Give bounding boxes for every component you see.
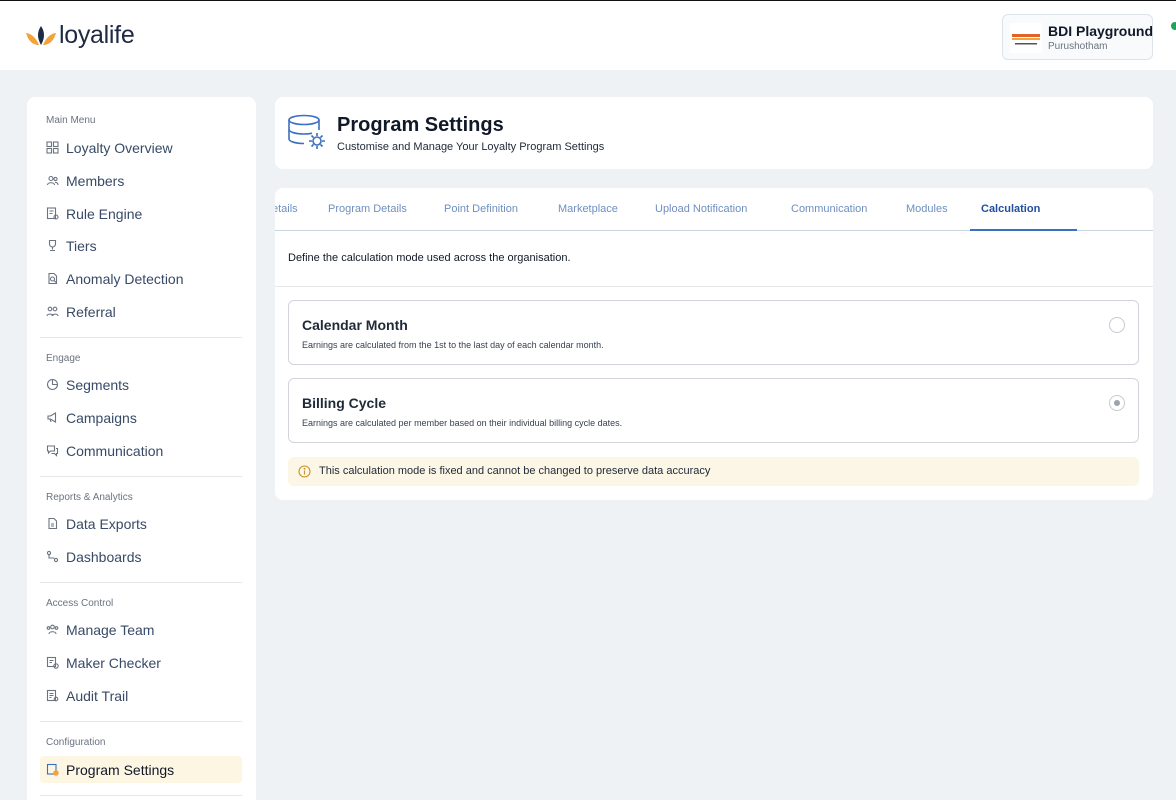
sidebar-item-label: Members — [66, 172, 125, 189]
online-status-dot — [1171, 22, 1176, 30]
pie-chart-icon — [46, 378, 59, 391]
calendar-month-radio[interactable] — [1109, 317, 1125, 333]
option-title: Calendar Month — [302, 317, 408, 333]
sidebar-item-label: Manage Team — [66, 621, 155, 638]
sidebar-item-tiers[interactable]: Tiers — [40, 232, 242, 259]
sidebar-item-label: Data Exports — [66, 515, 147, 532]
sidebar-item-referral[interactable]: Referral — [40, 298, 242, 325]
chat-icon — [46, 444, 59, 457]
referral-icon — [46, 305, 59, 318]
sidebar-item-loyalty-overview[interactable]: Loyalty Overview — [40, 134, 242, 161]
sidebar-item-campaigns[interactable]: Campaigns — [40, 404, 242, 431]
sidebar-item-rule-engine[interactable]: Rule Engine — [40, 200, 242, 227]
account-user: Purushotham — [1048, 41, 1108, 52]
option-billing-cycle[interactable]: Billing Cycle Earnings are calculated pe… — [288, 378, 1139, 443]
sidebar-item-label: Dashboards — [66, 548, 142, 565]
sidebar-item-dashboards[interactable]: Dashboards — [40, 543, 242, 570]
sidebar-item-label: Communication — [66, 442, 164, 459]
megaphone-icon — [46, 411, 59, 424]
tab-point-definition[interactable]: Point Definition — [444, 203, 518, 215]
sidebar-item-audit-trail[interactable]: Audit Trail — [40, 682, 242, 709]
account-name: BDI Playground — [1048, 23, 1154, 39]
tab-marketplace[interactable]: Marketplace — [558, 203, 618, 215]
sidebar-section-access-control: Access Control — [46, 598, 114, 609]
audit-icon — [46, 689, 59, 702]
page-subtitle: Customise and Manage Your Loyalty Progra… — [337, 141, 605, 153]
settings-tabs: etails Program Details Point Definition … — [275, 188, 1153, 231]
tab-communication[interactable]: Communication — [791, 203, 867, 215]
sidebar-item-maker-checker[interactable]: Maker Checker — [40, 649, 242, 676]
sidebar-section-reports-analytics: Reports & Analytics — [46, 492, 133, 503]
notice-text: This calculation mode is fixed and canno… — [319, 465, 711, 477]
tab-details[interactable]: etails — [275, 203, 298, 215]
sidebar-item-manage-team[interactable]: Manage Team — [40, 616, 242, 643]
sidebar-item-label: Referral — [66, 303, 116, 320]
account-switcher[interactable]: BDI Playground Purushotham — [1002, 14, 1153, 60]
sidebar-section-main-menu: Main Menu — [46, 115, 96, 126]
nodes-icon — [46, 550, 59, 563]
sidebar-divider — [40, 582, 242, 583]
anomaly-icon — [46, 272, 59, 285]
dashboard-grid-icon — [46, 141, 59, 154]
sidebar-section-engage: Engage — [46, 353, 81, 364]
sidebar-divider — [40, 476, 242, 477]
tab-program-details[interactable]: Program Details — [328, 203, 407, 215]
database-gear-icon — [288, 114, 325, 149]
sidebar-item-label: Audit Trail — [66, 687, 129, 704]
info-notice: This calculation mode is fixed and canno… — [288, 457, 1139, 486]
sidebar-item-label: Tiers — [66, 237, 97, 254]
sidebar-item-communication[interactable]: Communication — [40, 437, 242, 464]
active-tab-indicator — [970, 229, 1077, 231]
sidebar-item-anomaly-detection[interactable]: Anomaly Detection — [40, 265, 242, 292]
sidebar-item-program-settings[interactable]: Program Settings — [40, 756, 242, 783]
calculation-description: Define the calculation mode used across … — [288, 252, 571, 264]
loyalife-logo-icon — [26, 25, 56, 45]
sidebar-item-data-exports[interactable]: Data Exports — [40, 510, 242, 537]
rule-engine-icon — [46, 207, 59, 220]
page-header: Program Settings Customise and Manage Yo… — [275, 97, 1153, 169]
top-bar: loyalife BDI Playground Purushotham — [0, 0, 1176, 70]
sidebar-item-label: Anomaly Detection — [66, 270, 184, 287]
info-icon — [298, 465, 311, 478]
sidebar-item-label: Campaigns — [66, 409, 137, 426]
trophy-icon — [46, 239, 59, 252]
members-icon — [46, 174, 59, 187]
sidebar: Main Menu Loyalty Overview Members Rule … — [27, 97, 256, 800]
tab-calculation[interactable]: Calculation — [981, 203, 1040, 215]
option-title: Billing Cycle — [302, 395, 387, 411]
sidebar-item-label: Rule Engine — [66, 205, 143, 222]
sidebar-item-label: Loyalty Overview — [66, 139, 173, 156]
section-divider — [275, 286, 1153, 287]
settings-panel: etails Program Details Point Definition … — [275, 188, 1153, 500]
sidebar-divider — [40, 337, 242, 338]
sidebar-item-label: Segments — [66, 376, 130, 393]
brand-logo[interactable]: loyalife — [24, 21, 135, 50]
sidebar-item-label: Maker Checker — [66, 654, 161, 671]
brand-name: loyalife — [59, 21, 135, 49]
sidebar-item-segments[interactable]: Segments — [40, 371, 242, 398]
sidebar-divider — [40, 795, 242, 796]
billing-cycle-radio[interactable] — [1109, 395, 1125, 411]
team-icon — [46, 623, 59, 636]
option-calendar-month[interactable]: Calendar Month Earnings are calculated f… — [288, 300, 1139, 365]
sidebar-item-label: Program Settings — [66, 761, 175, 778]
tab-modules[interactable]: Modules — [906, 203, 948, 215]
settings-doc-icon — [46, 763, 59, 776]
sidebar-item-members[interactable]: Members — [40, 167, 242, 194]
sidebar-section-configuration: Configuration — [46, 737, 106, 748]
organisation-logo-icon — [1010, 23, 1042, 53]
option-description: Earnings are calculated from the 1st to … — [302, 340, 604, 350]
sidebar-divider — [40, 721, 242, 722]
option-description: Earnings are calculated per member based… — [302, 418, 623, 428]
file-export-icon — [46, 517, 59, 530]
page-title: Program Settings — [337, 114, 504, 136]
tab-upload-notification[interactable]: Upload Notification — [655, 203, 747, 215]
maker-checker-icon — [46, 656, 59, 669]
